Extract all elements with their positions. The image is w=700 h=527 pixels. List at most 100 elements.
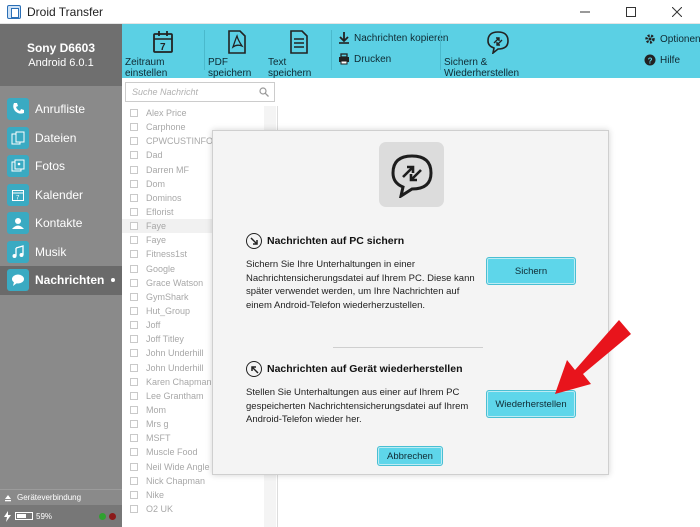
list-item[interactable]: O2 UK — [122, 502, 277, 516]
phone-icon — [7, 98, 29, 121]
help-label: Hilfe — [660, 54, 681, 66]
list-item-checkbox[interactable] — [130, 476, 138, 485]
list-item-checkbox[interactable] — [130, 165, 138, 174]
options-label: Optionen — [660, 33, 700, 45]
list-item-label: GymShark — [146, 291, 189, 302]
list-item-label: Dad — [146, 150, 163, 161]
list-item-label: Muscle Food — [146, 447, 198, 458]
files-icon — [7, 126, 29, 149]
sidebar-item-anrufliste[interactable]: Anrufliste — [0, 95, 122, 124]
sidebar-item-musik[interactable]: Musik — [0, 238, 122, 267]
device-os: Android 6.0.1 — [28, 57, 94, 69]
backup-restore-button[interactable]: Sichern & Wiederherstellen — [444, 30, 552, 79]
list-item-checkbox[interactable] — [130, 222, 138, 231]
music-icon — [7, 240, 29, 263]
calendar-icon: 7 — [153, 31, 173, 53]
cancel-button[interactable]: Abbrechen — [377, 446, 443, 466]
svg-text:7: 7 — [160, 42, 166, 53]
connection-label: Geräteverbindung — [17, 493, 82, 502]
list-item-checkbox[interactable] — [130, 137, 138, 146]
window-controls — [562, 0, 700, 24]
sidebar-item-dateien[interactable]: Dateien — [0, 124, 122, 153]
toolbar-separator — [204, 30, 205, 70]
list-item-checkbox[interactable] — [130, 448, 138, 457]
sidebar-item-label: Nachrichten — [35, 273, 105, 288]
list-item-checkbox[interactable] — [130, 363, 138, 372]
copy-messages-label: Nachrichten kopieren — [354, 32, 449, 44]
section-divider — [333, 347, 483, 348]
list-item-checkbox[interactable] — [130, 505, 138, 513]
list-item-checkbox[interactable] — [130, 208, 138, 217]
list-item[interactable]: Alex Price — [122, 106, 277, 120]
list-item-checkbox[interactable] — [130, 278, 138, 287]
list-item-label: Dom — [146, 178, 166, 189]
sidebar-item-label: Musik — [35, 244, 67, 259]
window-title: Droid Transfer — [27, 4, 104, 19]
list-item-checkbox[interactable] — [130, 236, 138, 245]
messages-icon — [7, 269, 29, 292]
list-item-label: Carphone — [146, 122, 186, 133]
list-item-label: Google — [146, 263, 176, 274]
list-item-checkbox[interactable] — [130, 349, 138, 358]
list-item-label: Neil Wide Angle — [146, 461, 210, 472]
copy-messages-button[interactable]: Nachrichten kopieren — [338, 32, 449, 44]
list-item-checkbox[interactable] — [130, 264, 138, 273]
save-text-label: Text speichern — [268, 57, 312, 79]
list-item-checkbox[interactable] — [130, 250, 138, 259]
list-item-checkbox[interactable] — [130, 292, 138, 301]
options-button[interactable]: Optionen — [644, 33, 700, 45]
list-item-checkbox[interactable] — [130, 151, 138, 160]
minimize-button[interactable] — [562, 0, 608, 24]
active-indicator — [111, 278, 115, 283]
restore-section-title: Nachrichten auf Gerät wiederherstellen — [246, 361, 462, 377]
list-item-checkbox[interactable] — [130, 377, 138, 386]
battery-level: 59% — [36, 511, 53, 521]
print-button[interactable]: Drucken — [338, 53, 391, 65]
list-item-checkbox[interactable] — [130, 406, 138, 415]
sidebar-item-kalender[interactable]: 7 Kalender — [0, 181, 122, 210]
list-item-checkbox[interactable] — [130, 434, 138, 443]
backup-section-title: Nachrichten auf PC sichern — [246, 233, 404, 249]
backup-arrow-icon — [246, 233, 262, 249]
help-icon: ? — [644, 54, 656, 66]
list-item[interactable]: Nick Chapman — [122, 474, 277, 488]
status-led-green-icon — [99, 512, 106, 520]
search-input[interactable]: Suche Nachricht — [125, 82, 275, 102]
photos-icon — [7, 155, 29, 178]
set-period-button[interactable]: 7 Zeitraum einstellen — [125, 30, 201, 79]
maximize-button[interactable] — [608, 0, 654, 24]
list-item-label: CPWCUSTINFO — [146, 136, 213, 147]
list-item-checkbox[interactable] — [130, 307, 138, 316]
text-document-icon — [290, 30, 308, 54]
device-name: Sony D6603 — [26, 41, 96, 55]
device-connection[interactable]: Geräteverbindung — [0, 489, 122, 505]
sidebar-item-kontakte[interactable]: Kontakte — [0, 209, 122, 238]
list-item-checkbox[interactable] — [130, 193, 138, 202]
list-item-checkbox[interactable] — [130, 391, 138, 400]
list-item-checkbox[interactable] — [130, 109, 138, 118]
red-pointer-arrow-icon — [555, 320, 631, 394]
sidebar-item-nachrichten[interactable]: Nachrichten — [0, 266, 122, 295]
list-item-label: Alex Price — [146, 108, 187, 119]
title-bar: Droid Transfer — [0, 0, 700, 24]
save-text-button[interactable]: Text speichern — [268, 30, 330, 79]
set-period-label: Zeitraum einstellen — [125, 57, 168, 79]
backup-button[interactable]: Sichern — [486, 257, 576, 285]
svg-text:?: ? — [648, 57, 653, 66]
list-item-checkbox[interactable] — [130, 179, 138, 188]
sidebar: Sony D6603 Android 6.0.1 Anrufliste Date… — [0, 24, 122, 527]
transfer-bubble-icon — [390, 153, 433, 198]
list-item-checkbox[interactable] — [130, 420, 138, 429]
sidebar-item-fotos[interactable]: Fotos — [0, 152, 122, 181]
save-pdf-button[interactable]: PDF speichern — [208, 30, 266, 79]
list-item-checkbox[interactable] — [130, 123, 138, 132]
list-item-checkbox[interactable] — [130, 335, 138, 344]
list-item-checkbox[interactable] — [130, 490, 138, 499]
help-button[interactable]: ? Hilfe — [644, 54, 680, 66]
backup-restore-icon — [379, 142, 444, 207]
close-button[interactable] — [654, 0, 700, 24]
list-item-checkbox[interactable] — [130, 321, 138, 330]
list-item[interactable]: Nike — [122, 488, 277, 502]
backup-restore-label: Sichern & Wiederherstellen — [444, 57, 520, 79]
list-item-checkbox[interactable] — [130, 462, 138, 471]
